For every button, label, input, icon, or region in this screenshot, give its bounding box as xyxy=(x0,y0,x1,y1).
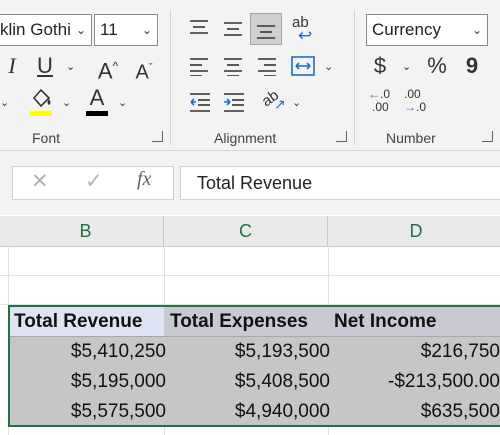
decrease-decimal-button[interactable]: .00 →.0 xyxy=(404,88,434,118)
formula-input[interactable]: Total Revenue xyxy=(180,166,500,200)
row-divider xyxy=(0,275,500,276)
ribbon: klin Gothi ⌄ 11 ⌄ I U ⌄ A^ Aˇ ⌄ ⌄ A ⌄ Fo… xyxy=(0,0,500,151)
selected-range[interactable]: Total Revenue Total Expenses Net Income … xyxy=(8,305,500,427)
row-divider xyxy=(10,336,500,337)
column-header-b[interactable]: B xyxy=(8,216,164,246)
table-cell[interactable]: $635,500 xyxy=(421,401,500,423)
increase-indent-button[interactable] xyxy=(222,92,246,112)
align-right-button[interactable] xyxy=(256,56,278,77)
increase-indent-icon xyxy=(224,93,244,112)
number-dialog-launcher-icon[interactable] xyxy=(482,131,493,142)
table-cell[interactable]: $5,410,250 xyxy=(71,341,166,363)
divider xyxy=(170,10,171,145)
align-center-icon xyxy=(224,58,242,77)
table-cell[interactable]: $5,195,000 xyxy=(71,371,166,393)
alignment-dialog-launcher-icon[interactable] xyxy=(336,131,347,142)
font-color-swatch xyxy=(86,111,108,116)
number-format-value: Currency xyxy=(372,20,441,39)
font-group-label: Font xyxy=(32,130,61,146)
table-header-cell[interactable]: Net Income xyxy=(334,311,436,333)
chevron-down-icon: ⌄ xyxy=(471,23,482,37)
middle-align-button[interactable] xyxy=(222,18,244,38)
fill-color-swatch xyxy=(30,111,52,116)
borders-dropdown-chevron-icon[interactable]: ⌄ xyxy=(0,96,9,109)
arrow-icon: ↗ xyxy=(274,96,286,112)
font-size-dropdown[interactable]: 11 ⌄ xyxy=(94,14,158,46)
table-cell[interactable]: $5,575,500 xyxy=(71,401,166,423)
cancel-icon[interactable]: ✕ xyxy=(31,169,49,194)
fill-color-chevron-icon[interactable]: ⌄ xyxy=(62,96,71,109)
table-cell[interactable]: -$213,500.00 xyxy=(388,371,500,393)
percent-style-button[interactable]: % xyxy=(424,54,450,78)
font-color-button[interactable]: A xyxy=(84,86,110,116)
orientation-chevron-icon[interactable]: ⌄ xyxy=(292,96,301,109)
table-cell[interactable]: $4,940,000 xyxy=(235,401,330,423)
table-header-cell[interactable]: Total Expenses xyxy=(170,311,308,333)
align-left-icon xyxy=(190,58,208,77)
accounting-format-button[interactable]: $ xyxy=(370,54,390,78)
table-cell[interactable]: $216,750 xyxy=(421,341,500,363)
font-color-letter: A xyxy=(89,85,105,110)
decrease-font-size-button[interactable]: Aˇ xyxy=(132,56,156,85)
decrease-indent-icon xyxy=(190,93,210,112)
accounting-chevron-icon[interactable]: ⌄ xyxy=(402,60,411,73)
insert-function-button[interactable]: fx xyxy=(137,168,151,191)
column-headers: B C D xyxy=(0,216,500,247)
column-header-d[interactable]: D xyxy=(328,216,500,246)
underline-button[interactable]: U xyxy=(34,54,56,78)
font-name-dropdown[interactable]: klin Gothi ⌄ xyxy=(0,14,92,46)
enter-icon[interactable]: ✓ xyxy=(85,169,103,194)
formula-buttons-area: ✕ ✓ fx xyxy=(12,166,174,200)
underline-dropdown-chevron-icon[interactable]: ⌄ xyxy=(66,60,75,73)
align-top-icon xyxy=(190,20,208,34)
divider xyxy=(354,10,355,145)
italic-button[interactable]: I xyxy=(2,54,22,78)
number-group-label: Number xyxy=(386,130,436,146)
paint-bucket-icon xyxy=(32,88,51,108)
increase-font-size-button[interactable]: A^ xyxy=(96,54,120,83)
merge-cells-icon xyxy=(291,56,315,76)
table-header-cell[interactable]: Total Revenue xyxy=(14,311,142,333)
align-center-button[interactable] xyxy=(222,56,244,77)
merge-center-button[interactable] xyxy=(290,54,316,78)
align-left-button[interactable] xyxy=(188,56,210,77)
chevron-down-icon: ⌄ xyxy=(141,23,152,37)
table-cell[interactable]: $5,193,500 xyxy=(235,341,330,363)
align-middle-icon xyxy=(224,22,242,36)
table-cell[interactable]: $5,408,500 xyxy=(235,371,330,393)
wrap-text-button[interactable]: ab ↩ xyxy=(290,14,318,45)
merge-chevron-icon[interactable]: ⌄ xyxy=(324,60,333,73)
top-align-button[interactable] xyxy=(188,18,210,38)
wrap-arrow-icon: ↩ xyxy=(298,26,313,45)
decrease-decimal-arrow-icon: → xyxy=(404,100,416,114)
chevron-down-icon: ⌄ xyxy=(75,23,86,37)
font-color-chevron-icon[interactable]: ⌄ xyxy=(118,96,127,109)
align-bottom-icon xyxy=(257,25,275,39)
column-header-c[interactable]: C xyxy=(164,216,328,246)
align-right-icon xyxy=(258,58,276,77)
comma-style-button[interactable]: 9 xyxy=(462,54,482,78)
font-dialog-launcher-icon[interactable] xyxy=(152,131,163,142)
orientation-button[interactable]: ab ↗ xyxy=(259,87,288,114)
decrease-indent-button[interactable] xyxy=(188,92,212,112)
fill-color-button[interactable] xyxy=(28,86,54,116)
increase-decimal-button[interactable]: ←.0 .00 xyxy=(368,88,398,118)
font-name-value: klin Gothi xyxy=(0,20,71,39)
bottom-align-button[interactable] xyxy=(250,13,282,45)
number-format-dropdown[interactable]: Currency ⌄ xyxy=(366,14,488,46)
font-size-value: 11 xyxy=(100,20,118,39)
alignment-group-label: Alignment xyxy=(214,130,277,146)
increase-decimal-arrow-icon: ← xyxy=(368,87,380,101)
